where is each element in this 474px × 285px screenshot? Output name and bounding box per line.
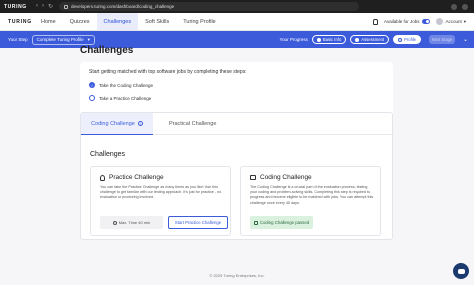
challenges-card: Start getting matched with top software …	[80, 62, 394, 240]
next-stage-button[interactable]: Next Stage	[428, 35, 455, 44]
lightbulb-icon	[100, 174, 105, 181]
pill-label: Assessment	[361, 37, 385, 42]
step-item-coding: ✓ Take the Coding Challenge	[89, 82, 153, 88]
tab-strip: Coding Challenge i Practical Challenge	[81, 113, 394, 135]
radio-icon	[89, 95, 95, 101]
nav-home[interactable]: Home	[34, 13, 63, 30]
nav-challenges[interactable]: Challenges	[96, 13, 139, 30]
max-time-badge: Max. Time 40 min	[100, 216, 163, 229]
coding-card-description: The Coding Challenge is a crucial part o…	[250, 185, 374, 205]
your-step-label: Your Step	[8, 37, 28, 42]
lock-icon	[64, 4, 69, 9]
main-nav: Home Quizzes Challenges Soft Skills Turi…	[34, 13, 223, 30]
tab-label: Practical Challenge	[169, 121, 217, 127]
chat-button[interactable]	[453, 263, 469, 279]
profile-icon[interactable]	[462, 3, 468, 10]
back-icon[interactable]: ‹	[36, 3, 38, 10]
progress-pill-basic-info[interactable]: Basic Info	[311, 35, 347, 44]
page-title: Challenges	[80, 45, 134, 56]
reload-icon[interactable]: ↻	[48, 3, 53, 10]
availability-toggle[interactable]	[422, 19, 431, 24]
browser-toolbar: TURING ‹ › ↻ developers.turing.com/dashb…	[0, 0, 474, 13]
browser-tab-label[interactable]: TURING	[4, 4, 34, 10]
pill-label: Basic Info	[322, 37, 342, 42]
account-menu[interactable]: Account ▾	[436, 18, 466, 25]
practice-card-title: Practice Challenge	[100, 174, 164, 181]
step-select-value: Complete Turing Profile	[36, 37, 84, 42]
nav-soft-skills[interactable]: Soft Skills	[138, 13, 176, 30]
nav-quizzes[interactable]: Quizzes	[63, 13, 97, 30]
avatar	[436, 18, 444, 25]
account-label: Account	[445, 19, 462, 24]
practice-challenge-card: Practice Challenge You can take the Prac…	[90, 166, 231, 236]
address-bar[interactable]: developers.turing.com/dashboard/coding_c…	[59, 2, 360, 11]
monitor-icon	[250, 175, 256, 180]
check-circle-icon	[355, 37, 360, 42]
browser-nav: ‹ › ↻	[36, 3, 53, 10]
coding-challenge-card: Coding Challenge The Coding Challenge is…	[240, 166, 381, 236]
url-text[interactable]: developers.turing.com/dashboard/coding_c…	[71, 4, 174, 9]
card-title-text: Practice Challenge	[109, 174, 164, 181]
circle-icon	[398, 37, 403, 42]
your-progress-label: Your Progress	[279, 37, 308, 42]
tab-label: Coding Challenge	[91, 120, 135, 127]
card-title-text: Coding Challenge	[260, 174, 312, 181]
availability-toggle-group: Available for Jobs	[384, 19, 431, 24]
check-icon: ✓	[89, 82, 95, 88]
passed-label: Coding Challenge passed	[259, 220, 310, 225]
tab-practical-challenge[interactable]: Practical Challenge	[159, 113, 226, 135]
extension-icon[interactable]	[451, 3, 457, 10]
section-title: Challenges	[90, 151, 126, 158]
pill-label: Profile	[404, 37, 416, 42]
forward-icon[interactable]: ›	[42, 3, 44, 10]
progress-bar-strip: Your Step Complete Turing Profile ▾ Your…	[0, 31, 474, 48]
progress-steps: Your Progress Basic Info Assessment Prof…	[280, 35, 468, 44]
step-label: Take a Practice Challenge	[99, 95, 152, 101]
chevron-down-icon: ▾	[463, 18, 466, 24]
progress-pill-profile[interactable]: Profile	[393, 35, 421, 44]
footer-copyright: © 2025 Turing Enterprises, Inc.	[209, 273, 265, 278]
info-icon[interactable]: i	[137, 121, 143, 126]
check-icon	[253, 220, 258, 225]
step-item-practice: Take a Practice Challenge	[89, 95, 151, 101]
practice-card-description: You can take the Practice Challenge as m…	[100, 185, 222, 200]
challenge-passed-badge: Coding Challenge passed	[250, 216, 313, 229]
coding-card-title: Coding Challenge	[250, 174, 312, 181]
time-label: Max. Time 40 min	[118, 220, 151, 225]
brand-logo[interactable]: TURING	[8, 19, 34, 25]
browser-actions	[451, 3, 468, 10]
nav-turing-profile[interactable]: Turing Profile	[176, 13, 223, 30]
availability-label: Available for Jobs	[384, 19, 420, 24]
progress-pill-assessment[interactable]: Assessment	[350, 35, 390, 44]
chevron-down-icon: ▾	[87, 36, 90, 42]
step-label: Take the Coding Challenge	[99, 82, 154, 88]
check-circle-icon	[316, 37, 321, 42]
clock-icon	[112, 220, 117, 225]
start-practice-button[interactable]: Start Practice Challenge	[168, 216, 228, 229]
chat-icon	[457, 268, 465, 274]
step-select[interactable]: Complete Turing Profile ▾	[31, 34, 95, 45]
app-header: TURING Home Quizzes Challenges Soft Skil…	[0, 13, 474, 31]
chevron-down-icon[interactable]: ⌄	[463, 36, 468, 43]
steps-heading: Start getting matched with top software …	[89, 69, 247, 75]
challenge-tabs-panel: Coding Challenge i Practical Challenge C…	[80, 112, 394, 240]
bell-icon[interactable]	[373, 18, 379, 25]
tab-coding-challenge[interactable]: Coding Challenge i	[81, 113, 153, 135]
header-right: Available for Jobs Account ▾	[373, 18, 466, 25]
